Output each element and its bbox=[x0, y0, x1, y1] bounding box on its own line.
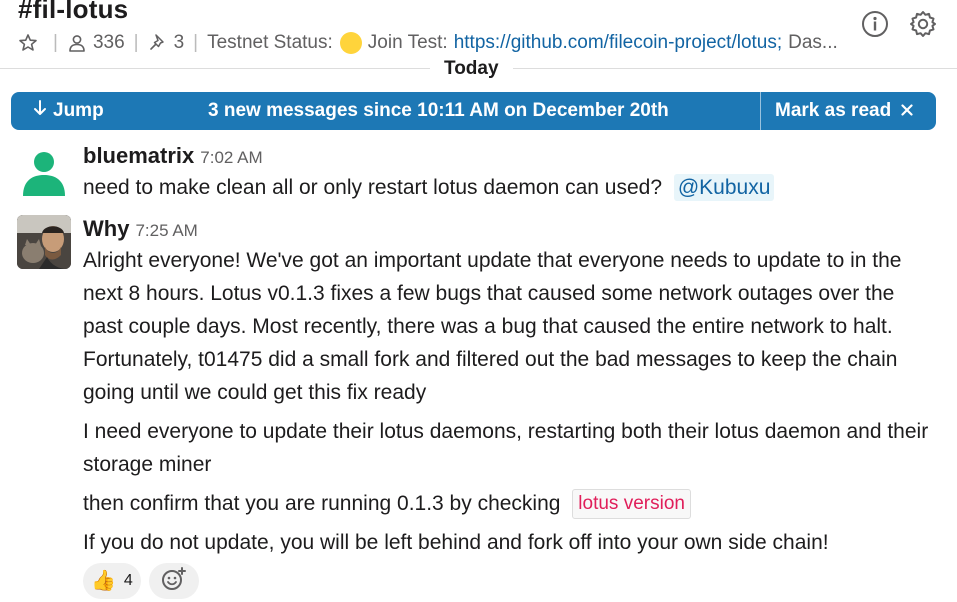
add-reaction-button[interactable] bbox=[148, 563, 199, 599]
member-count[interactable]: 336 bbox=[93, 32, 125, 54]
channel-title[interactable]: #fil-lotus bbox=[18, 0, 128, 25]
meta-separator: | bbox=[53, 32, 58, 53]
new-messages-text: 3 new messages since 10:11 AM on Decembe… bbox=[208, 100, 669, 121]
message-paragraph: then confirm that you are running 0.1.3 … bbox=[83, 487, 933, 520]
meta-separator: | bbox=[133, 32, 139, 53]
star-icon[interactable] bbox=[18, 33, 38, 53]
meta-separator: | bbox=[193, 32, 199, 53]
new-messages-banner: Jump 3 new messages since 10:11 AM on De… bbox=[11, 92, 936, 130]
info-icon[interactable] bbox=[860, 9, 890, 39]
banner-divider bbox=[760, 92, 761, 130]
reaction-count: 4 bbox=[123, 572, 133, 589]
reaction-thumbs-up[interactable]: 👍 4 bbox=[83, 563, 141, 599]
topic-join-text: Join Test: bbox=[367, 32, 448, 53]
pin-icon[interactable] bbox=[148, 33, 168, 53]
mark-as-read-button[interactable]: Mark as read bbox=[775, 92, 913, 130]
message-content: need to make clean all or only restart l… bbox=[83, 176, 663, 199]
yellow-circle-emoji bbox=[339, 32, 362, 54]
close-icon bbox=[901, 100, 913, 122]
avatar[interactable] bbox=[17, 142, 71, 196]
message-timestamp[interactable]: 7:02 AM bbox=[200, 148, 262, 168]
message-paragraph-text: then confirm that you are running 0.1.3 … bbox=[83, 492, 561, 515]
message-text: Alright everyone! We've got an important… bbox=[83, 244, 933, 559]
avatar[interactable] bbox=[17, 215, 71, 269]
topic-overflow-text: Das... bbox=[788, 32, 838, 53]
topic-link[interactable]: https://github.com/filecoin-project/lotu… bbox=[454, 32, 782, 54]
author-name[interactable]: Why bbox=[83, 216, 129, 242]
reaction-bar: 👍 4 bbox=[83, 563, 199, 599]
message-header: bluematrix 7:02 AM bbox=[83, 143, 263, 169]
inline-code: lotus version bbox=[572, 489, 691, 520]
message-timestamp[interactable]: 7:25 AM bbox=[135, 221, 197, 241]
arrow-down-icon bbox=[33, 100, 47, 122]
channel-meta: | 336 | 3 | Testnet Status: Join Test: h… bbox=[18, 31, 838, 55]
thumbs-up-emoji: 👍 bbox=[91, 570, 116, 592]
add-emoji-icon bbox=[161, 566, 187, 597]
gear-icon[interactable] bbox=[908, 9, 938, 39]
person-icon[interactable] bbox=[67, 33, 87, 53]
message-header: Why 7:25 AM bbox=[83, 216, 198, 242]
pinned-count[interactable]: 3 bbox=[174, 32, 185, 54]
message-paragraph: I need everyone to update their lotus da… bbox=[83, 420, 929, 476]
user-mention[interactable]: @Kubuxu bbox=[673, 174, 775, 201]
message-paragraph: Alright everyone! We've got an important… bbox=[83, 249, 902, 404]
message-paragraph: If you do not update, you will be left b… bbox=[83, 531, 829, 554]
jump-label: Jump bbox=[53, 100, 104, 121]
message-text: need to make clean all or only restart l… bbox=[83, 171, 933, 204]
jump-button[interactable]: Jump bbox=[33, 92, 104, 130]
mark-as-read-label: Mark as read bbox=[775, 100, 892, 121]
date-divider[interactable]: Today bbox=[430, 56, 513, 82]
topic-label: Testnet Status: bbox=[207, 32, 333, 53]
author-name[interactable]: bluematrix bbox=[83, 143, 194, 169]
